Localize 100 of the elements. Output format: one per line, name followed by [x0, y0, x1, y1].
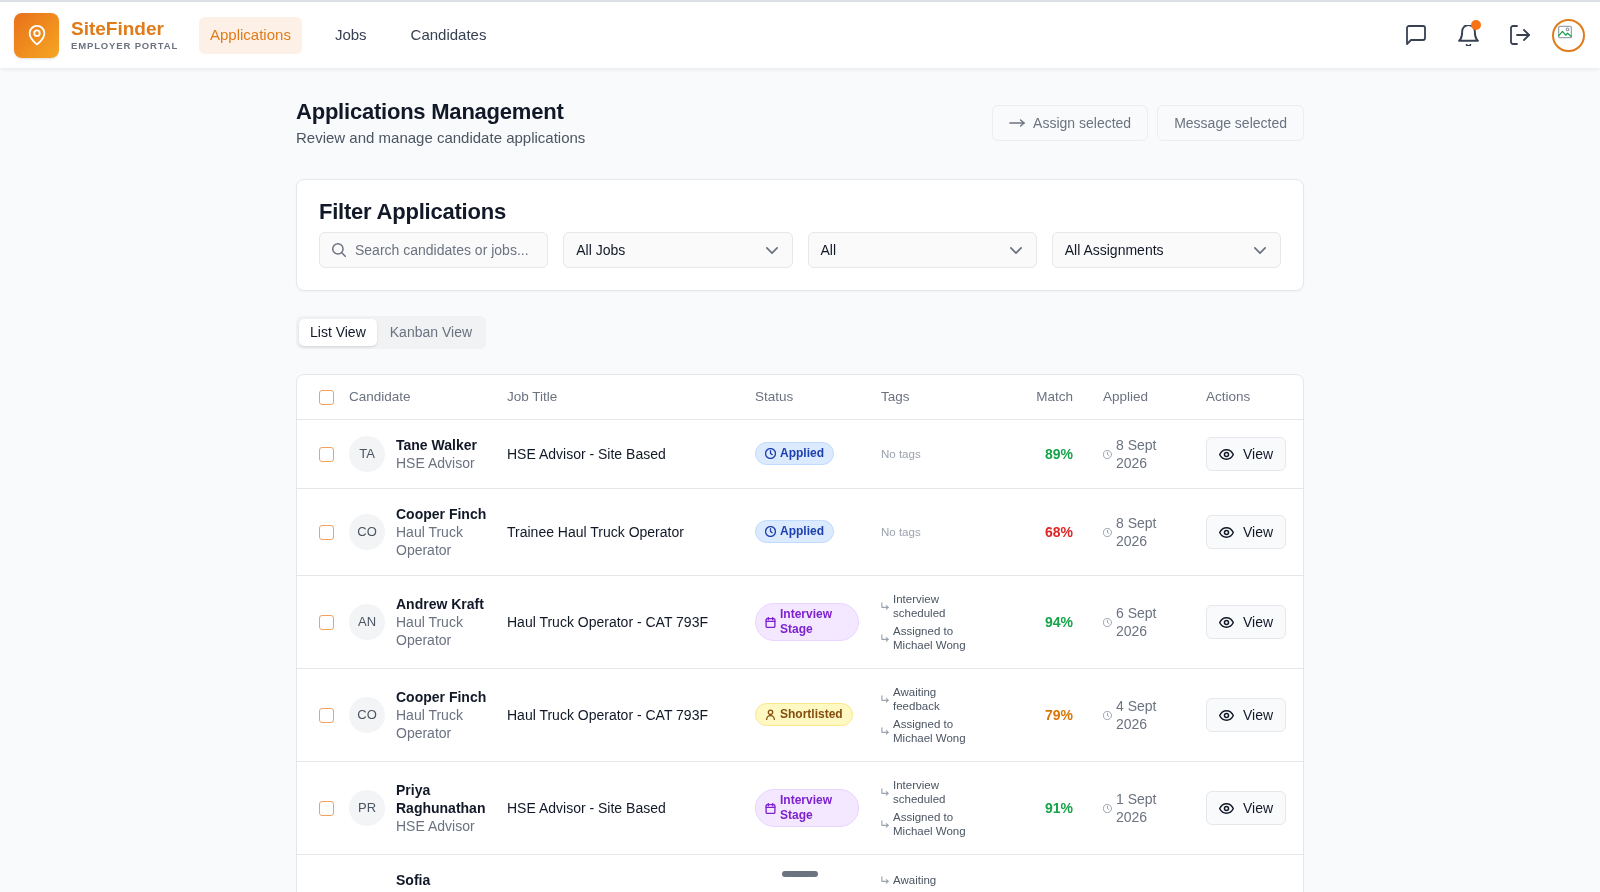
status-label: Shortlisted: [780, 707, 843, 722]
calendar-icon: [765, 802, 776, 814]
column-header: Tags: [881, 388, 911, 406]
clock-icon: [1103, 710, 1112, 720]
candidate-name: Tane Walker: [396, 436, 478, 454]
view-button[interactable]: View: [1206, 437, 1286, 471]
tag-text: Interview scheduled: [893, 778, 947, 806]
clock-icon: [1103, 803, 1112, 813]
candidate-name: Cooper Finch: [396, 688, 488, 706]
clock-icon: [1103, 449, 1112, 459]
eye-icon: [1218, 614, 1234, 630]
corner-arrow-icon: [881, 602, 889, 610]
chevron-down-icon: [765, 246, 778, 254]
chat-bubble-icon: [1406, 25, 1426, 45]
candidate-role: Haul Truck Operator: [396, 523, 464, 559]
corner-arrow-icon: [881, 820, 889, 828]
job-title: Haul Truck Operator - CAT 793F: [507, 707, 708, 723]
clock-icon: [765, 448, 776, 459]
search-icon: [332, 243, 346, 257]
status-label: Applied: [780, 446, 824, 461]
page-title: Applications Management: [296, 98, 565, 126]
row-checkbox[interactable]: [319, 446, 334, 462]
user-avatar[interactable]: [1552, 18, 1585, 52]
candidate-name: Priya Raghunathan: [396, 781, 487, 817]
logout-icon: [1510, 25, 1530, 45]
eye-icon: [1218, 524, 1234, 540]
corner-arrow-icon: [881, 695, 889, 703]
candidate-avatar: CO: [349, 514, 385, 550]
nav-link[interactable]: Jobs: [323, 16, 378, 54]
row-checkbox[interactable]: [319, 614, 334, 630]
view-button[interactable]: View: [1206, 791, 1286, 825]
view-button[interactable]: View: [1206, 515, 1286, 549]
view-tab[interactable]: List View: [299, 319, 377, 346]
select-all-checkbox[interactable]: [319, 389, 334, 405]
match-score: 68%: [1044, 523, 1073, 541]
view-button[interactable]: View: [1206, 605, 1286, 639]
candidate-role: Haul Truck Operator: [396, 706, 464, 742]
no-tags-text: No tags: [881, 447, 922, 461]
match-score: 79%: [1044, 706, 1073, 724]
status-label: Interview Stage: [780, 607, 834, 637]
view-tab[interactable]: Kanban View: [378, 319, 484, 346]
nav-link[interactable]: Candidates: [399, 16, 498, 54]
row-checkbox[interactable]: [319, 707, 334, 723]
eye-icon: [1218, 800, 1234, 816]
applied-date: 8 Sept 2026: [1116, 436, 1158, 472]
bell-icon: [1457, 24, 1479, 46]
applied-date: 8 Sept 2026: [1116, 514, 1158, 550]
tag-text: Awaiting: [893, 873, 938, 887]
applied-date: 6 Sept 2026: [1116, 604, 1158, 640]
column-header: Candidate: [349, 388, 412, 406]
candidate-avatar: AN: [349, 604, 385, 640]
column-header: Match: [1036, 388, 1073, 406]
candidate-role: HSE Advisor: [396, 454, 476, 472]
column-header: Applied: [1103, 388, 1150, 406]
filter-dropdown[interactable]: All Jobs: [563, 232, 793, 268]
column-header: Job Title: [507, 388, 559, 406]
column-header: Actions: [1206, 388, 1252, 406]
clock-icon: [1103, 617, 1112, 627]
pin-logo-icon: [14, 12, 59, 58]
applied-date: 4 Sept 2026: [1116, 697, 1158, 733]
job-title: Trainee Haul Truck Operator: [507, 524, 684, 540]
clock-icon: [1103, 527, 1112, 537]
clock-icon: [765, 526, 776, 537]
tag-text: Assigned to Michael Wong: [893, 810, 967, 838]
candidate-name: Cooper Finch: [396, 505, 488, 523]
filter-dropdown[interactable]: All Assignments: [1051, 232, 1281, 268]
job-title: Haul Truck Operator - CAT 793F: [507, 614, 708, 630]
job-title: HSE Advisor - Site Based: [507, 800, 666, 816]
user-icon: [765, 709, 776, 720]
column-header: Status: [755, 388, 795, 406]
eye-icon: [1218, 707, 1234, 723]
candidate-avatar: CO: [349, 697, 385, 733]
corner-arrow-icon: [881, 788, 889, 796]
drag-handle-icon[interactable]: [782, 871, 818, 877]
applied-date: 1 Sept 2026: [1116, 790, 1158, 826]
match-score: 91%: [1044, 799, 1073, 817]
eye-icon: [1218, 446, 1234, 462]
search-field[interactable]: Search candidates or jobs...: [319, 232, 549, 268]
view-button[interactable]: View: [1206, 698, 1286, 732]
image-icon: [1558, 24, 1572, 39]
brand-name: SiteFinder: [71, 18, 165, 40]
chevron-down-icon: [1254, 246, 1266, 254]
row-checkbox[interactable]: [319, 800, 334, 816]
row-checkbox[interactable]: [319, 524, 334, 540]
filter-title: Filter Applications: [319, 198, 507, 226]
filter-dropdown[interactable]: All: [807, 232, 1037, 268]
calendar-icon: [765, 616, 776, 628]
job-title: HSE Advisor - Site Based: [507, 446, 666, 462]
page-subtitle: Review and manage candidate applications: [296, 128, 586, 148]
candidate-role: HSE Advisor: [396, 817, 476, 835]
match-score: 94%: [1044, 613, 1073, 631]
candidate-name: Andrew Kraft: [396, 595, 485, 613]
tag-text: Awaiting feedback: [893, 685, 941, 713]
candidate-avatar: PR: [349, 790, 385, 826]
match-score: 89%: [1044, 445, 1073, 463]
tag-text: Assigned to Michael Wong: [893, 624, 967, 652]
corner-arrow-icon: [881, 876, 889, 884]
tag-text: Assigned to Michael Wong: [893, 717, 967, 745]
brand-tagline: EMPLOYER PORTAL: [71, 40, 180, 52]
status-label: Applied: [780, 524, 824, 539]
